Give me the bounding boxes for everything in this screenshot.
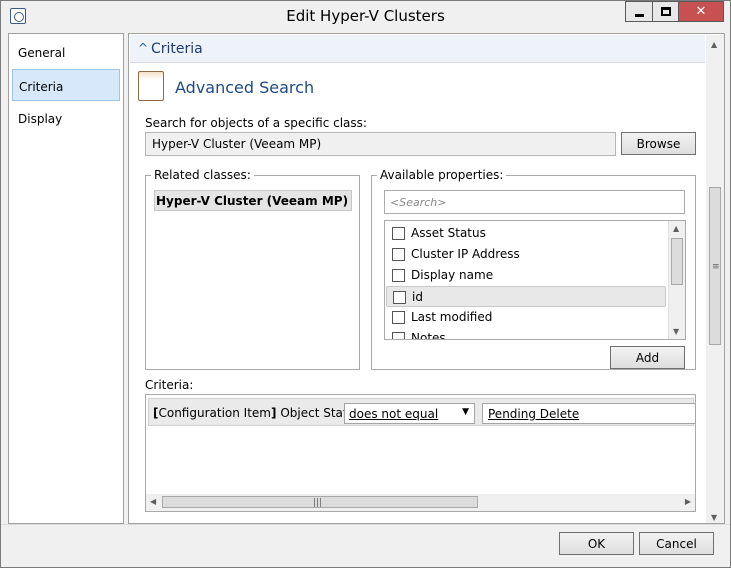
related-classes-group: Related classes: Hyper-V Cluster (Veeam … [145,168,360,370]
list-item[interactable]: id [386,286,666,307]
criteria-row: [Configuration Item] Object Status does … [148,398,696,426]
available-properties-group: Available properties: <Search> Asset Sta… [371,168,696,370]
add-button-label: Add [635,351,660,365]
maximize-icon [660,7,671,16]
minimize-icon [634,14,644,17]
scroll-left-icon[interactable]: ◀ [150,497,156,506]
browse-button-label: Browse [636,137,681,151]
available-properties-legend: Available properties: [377,168,507,182]
ok-button-label: OK [587,537,606,551]
criteria-panel: ^ Criteria Advanced Search Search for ob… [128,33,725,524]
section-header[interactable]: ^ Criteria [130,35,705,63]
checkbox[interactable] [392,248,405,261]
scrollbar-thumb[interactable] [671,238,683,285]
checkbox[interactable] [393,291,406,304]
nav-item-general[interactable]: General [12,36,120,68]
content-scrollbar[interactable]: ▲ ≡ ▼ [706,35,724,523]
checkbox[interactable] [392,332,405,339]
close-button[interactable]: ✕ [678,1,724,22]
checkbox[interactable] [392,227,405,240]
close-icon: ✕ [695,4,707,19]
criteria-value-field[interactable]: Pending Delete [482,403,696,424]
dropdown-arrow-icon: ▼ [462,407,469,417]
class-search-label: Search for objects of a specific class: [145,116,367,130]
operator-value: does not equal [349,407,439,421]
chevron-up-icon: ^ [138,41,149,55]
add-button[interactable]: Add [610,346,685,369]
list-item[interactable]: Display name [386,265,666,286]
scroll-right-icon[interactable]: ▶ [685,497,691,506]
list-item-label: Cluster IP Address [411,247,520,261]
scrollbar-thumb[interactable]: ≡ [709,187,721,345]
operator-dropdown[interactable]: does not equal ▼ [344,403,475,424]
class-field: Hyper-V Cluster (Veeam MP) [145,132,616,156]
list-item[interactable]: Last modified [386,307,666,328]
ok-button[interactable]: OK [559,532,634,555]
list-item-label: id [412,290,423,304]
list-item-label: Asset Status [411,226,486,240]
criteria-hscrollbar[interactable]: ◀ ||| ▶ [146,494,695,511]
criteria-label: Criteria: [145,378,194,392]
scroll-up-icon[interactable]: ▲ [673,224,679,233]
dialog-window: Edit Hyper-V Clusters ✕ General Criteria… [0,0,731,568]
list-item-label: Display name [411,268,494,282]
related-class-item[interactable]: Hyper-V Cluster (Veeam MP) [154,190,352,211]
checkbox[interactable] [392,269,405,282]
advanced-search-icon [138,71,164,101]
grip-icon: ||| [313,498,323,508]
list-item[interactable]: Asset Status [386,223,666,244]
list-item[interactable]: Notes [386,328,666,340]
scroll-down-icon[interactable]: ▼ [711,513,717,522]
nav-panel: General Criteria Display [8,33,124,524]
list-item[interactable]: Cluster IP Address [386,244,666,265]
checkbox[interactable] [392,311,405,324]
cancel-button[interactable]: Cancel [639,532,714,555]
list-item-label: Last modified [411,310,493,324]
scrollbar-thumb[interactable]: ||| [162,496,478,508]
list-item-label: Notes [411,331,446,340]
browse-button[interactable]: Browse [621,132,696,155]
scroll-up-icon[interactable]: ▲ [711,40,717,49]
minimize-button[interactable] [625,1,652,22]
criteria-property: [Configuration Item] Object Status [153,406,362,420]
maximize-button[interactable] [652,1,678,22]
nav-item-criteria[interactable]: Criteria [12,69,120,101]
properties-scrollbar[interactable]: ▲ ▼ [668,221,685,339]
footer-divider [1,524,730,525]
nav-item-display[interactable]: Display [12,102,120,134]
window-controls: ✕ [625,1,724,22]
scroll-down-icon[interactable]: ▼ [673,327,679,336]
criteria-box: [Configuration Item] Object Status does … [145,394,696,512]
section-title: Advanced Search [175,78,315,97]
section-header-label: Criteria [151,41,203,57]
grip-icon: ≡ [712,262,720,272]
related-classes-legend: Related classes: [151,168,254,182]
properties-search-input[interactable]: <Search> [384,190,685,214]
title-bar[interactable]: Edit Hyper-V Clusters ✕ [1,1,730,32]
window-title: Edit Hyper-V Clusters [286,7,445,25]
cancel-button-label: Cancel [656,537,697,551]
properties-list: Asset Status Cluster IP Address Display … [384,220,686,340]
